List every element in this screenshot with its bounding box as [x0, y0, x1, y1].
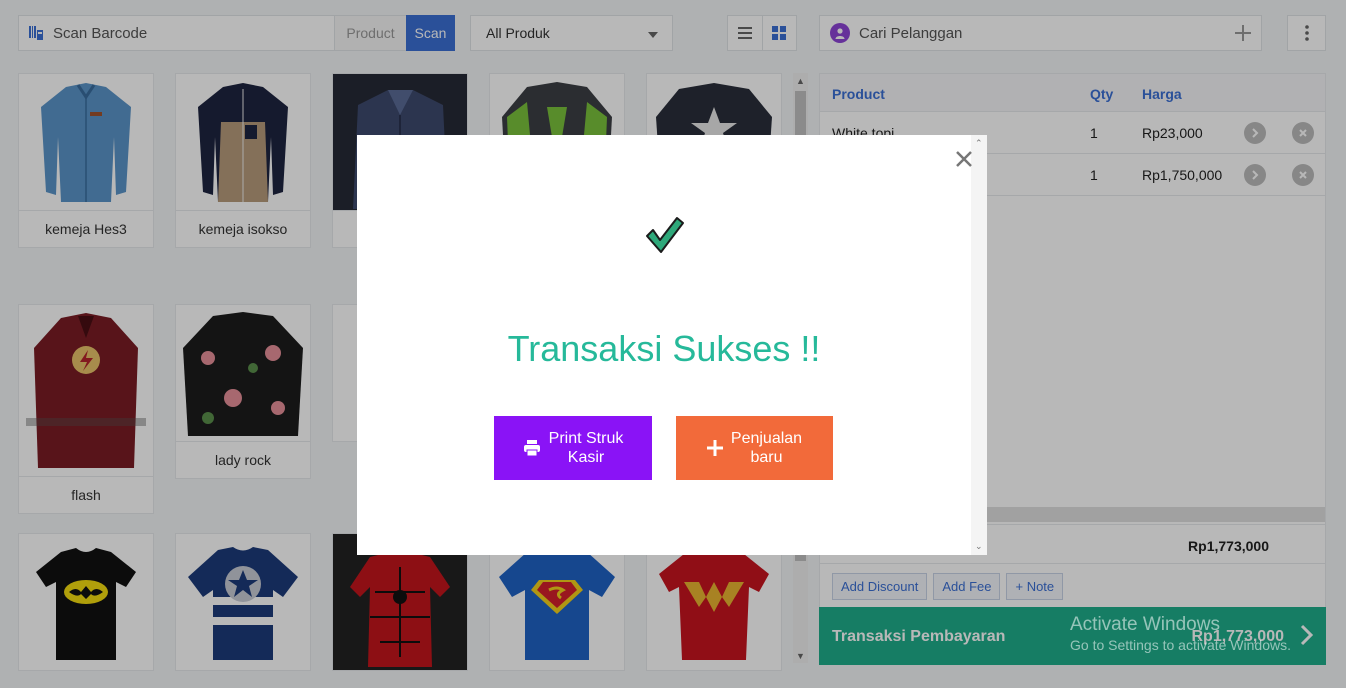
watermark-title: Activate Windows [1070, 614, 1220, 635]
close-icon [956, 151, 972, 167]
check-icon [644, 214, 686, 261]
print-receipt-button[interactable]: Print Struk Kasir [494, 416, 652, 480]
success-dialog: ⌃ ⌄ Transaksi Sukses !! Print Struk Kasir… [357, 135, 987, 555]
dialog-title: Transaksi Sukses !! [507, 328, 821, 369]
new-sale-label: Penjualan baru [730, 430, 803, 466]
scroll-down-icon[interactable]: ⌄ [975, 541, 983, 552]
close-dialog-button[interactable] [953, 148, 975, 170]
printer-icon [523, 440, 541, 456]
plus-icon [706, 440, 723, 456]
scroll-up-icon[interactable]: ⌃ [975, 138, 983, 149]
new-sale-button[interactable]: Penjualan baru [676, 416, 833, 480]
watermark-subtitle: Go to Settings to activate Windows. [1070, 637, 1291, 653]
dialog-scrollbar[interactable]: ⌃ ⌄ [971, 135, 987, 555]
print-receipt-label: Print Struk Kasir [548, 430, 624, 466]
windows-activation-watermark: Activate Windows Go to Settings to activ… [1070, 614, 1291, 653]
